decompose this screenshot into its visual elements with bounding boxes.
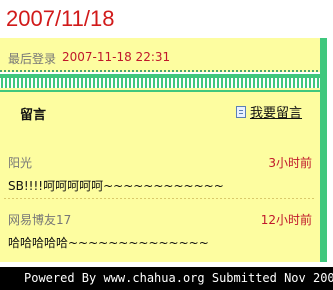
note-icon [236,105,246,118]
last-login-bar: 最后登录 2007-11-18 22:31 [0,38,320,72]
comment-text: SB!!!!呵呵呵呵呵~~~~~~~~~~~~ [8,179,224,193]
comment-time: 3小时前 [268,156,312,170]
comment-time: 12小时前 [260,213,312,227]
last-login-time: 2007-11-18 22:31 [62,50,171,64]
board-title: 留言 [20,108,47,123]
last-login-label: 最后登录 [8,52,57,66]
comment-text: 哈哈哈哈哈~~~~~~~~~~~~~~ [8,236,209,250]
footer-text: Powered By www.chahua.org Submitted Nov … [24,271,333,285]
footer-bar: Powered By www.chahua.org Submitted Nov … [0,267,333,290]
page-header: 2007/11/18 [0,0,333,38]
side-edge [327,38,333,262]
comment-divider [4,198,316,199]
side-accent-bar [320,38,327,262]
leave-message-label[interactable]: 我要留言 [250,102,302,121]
fence-decoration [0,74,320,88]
panel-top-border [0,90,320,92]
comment-author[interactable]: 阳光 [8,154,32,171]
leave-message-link[interactable]: 我要留言 [236,102,302,121]
comment-author[interactable]: 网易博友17 [8,211,71,228]
date-title: 2007/11/18 [6,6,115,31]
